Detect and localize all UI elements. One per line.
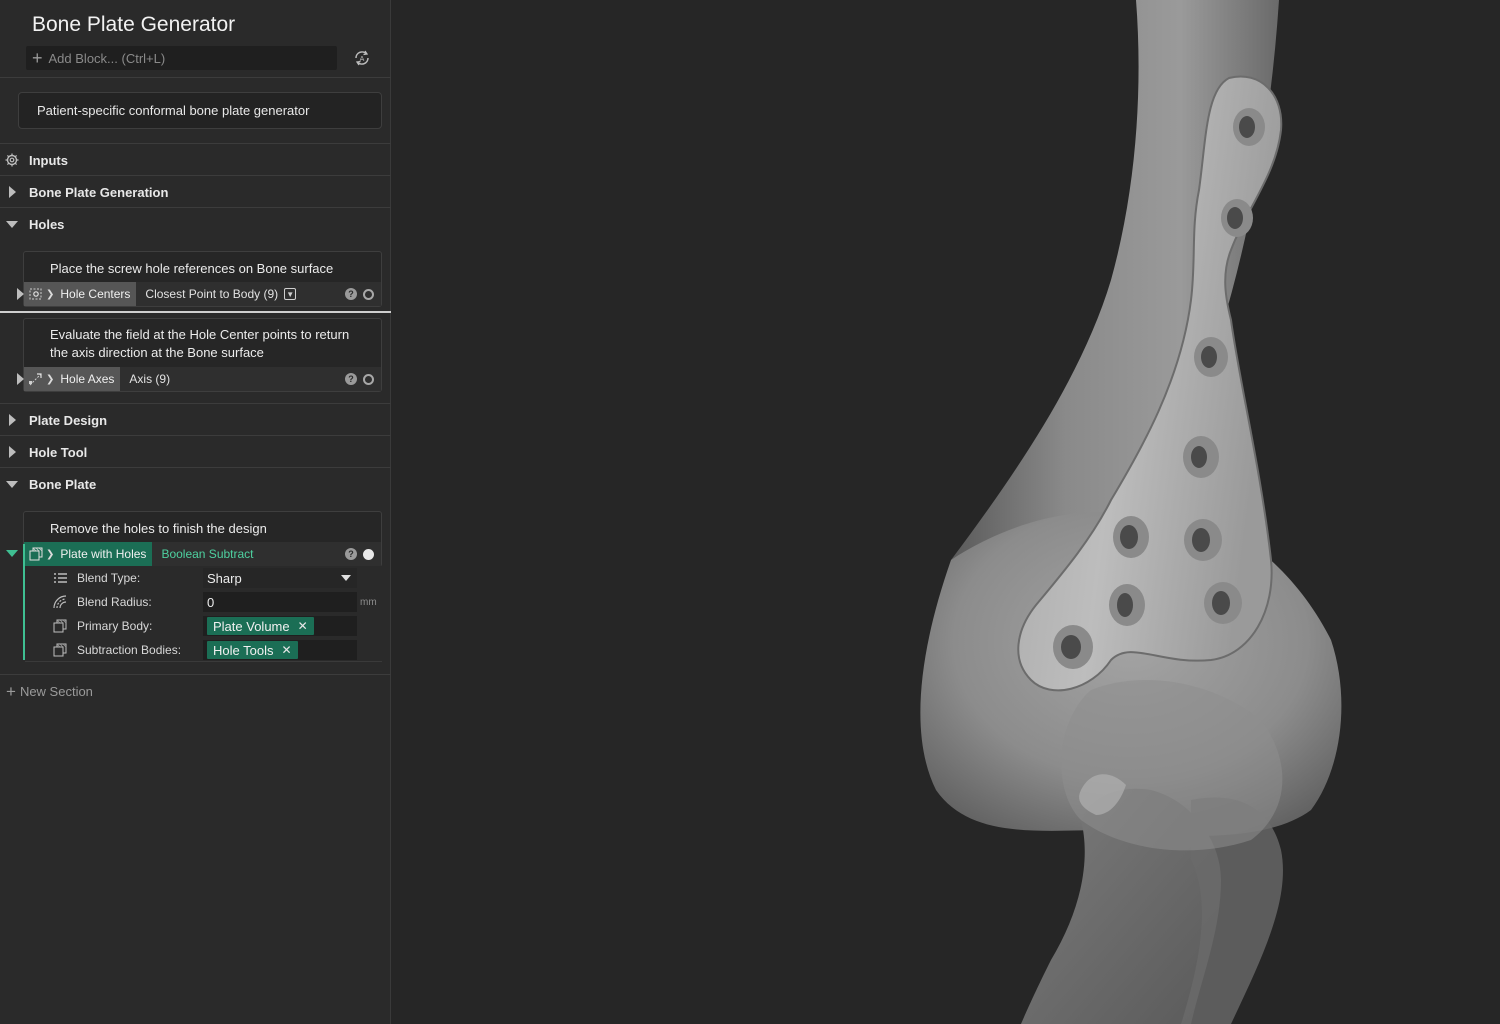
reference-tag[interactable]: Hole Tools ✕: [207, 641, 298, 659]
block-name-plate[interactable]: ❯ Plate with Holes: [24, 542, 153, 566]
unit-label: mm: [360, 596, 377, 608]
section-bone-plate-generation[interactable]: Bone Plate Generation: [0, 176, 391, 208]
section-holes[interactable]: Holes: [0, 208, 391, 240]
tag-label: Hole Tools: [213, 642, 274, 658]
section-label: Holes: [29, 216, 65, 232]
remove-icon[interactable]: ✕: [298, 619, 308, 633]
body-icon: [53, 619, 67, 633]
block-description-line: the axis direction at the Bone surface: [50, 345, 264, 360]
block-plate-with-holes[interactable]: Remove the holes to finish the design ❯ …: [23, 511, 382, 567]
blend-radius-input[interactable]: 0: [203, 592, 357, 612]
tag-label: Plate Volume: [213, 618, 290, 634]
param-blend-type: Blend Type: Sharp: [23, 566, 382, 590]
section-hole-tool[interactable]: Hole Tool: [0, 436, 391, 468]
visibility-toggle-icon[interactable]: [363, 548, 374, 560]
param-label: Subtraction Bodies:: [77, 643, 182, 657]
operation-dropdown-icon[interactable]: ▼: [284, 288, 297, 300]
section-plate-design[interactable]: Plate Design: [0, 404, 391, 436]
expand-arrow-icon[interactable]: [17, 288, 24, 300]
block-header-row[interactable]: ❯ Hole Centers Closest Point to Body (9)…: [24, 282, 381, 306]
block-header-row[interactable]: ❯ Hole Axes Axis (9) ?: [24, 367, 381, 391]
remove-icon[interactable]: ✕: [281, 643, 291, 657]
new-section-button[interactable]: + New Section: [6, 683, 93, 700]
block-hole-centers[interactable]: Place the screw hole references on Bone …: [23, 251, 382, 307]
insertion-marker: [0, 311, 391, 313]
app-window: Bone Plate Generator + Add Block... (Ctr…: [0, 0, 1500, 1024]
section-label: Bone Plate Generation: [29, 184, 169, 200]
chevron-down-icon[interactable]: ❯: [46, 289, 54, 300]
subtraction-bodies-field[interactable]: Hole Tools ✕: [203, 640, 357, 660]
help-icon[interactable]: ?: [345, 548, 357, 560]
section-inputs[interactable]: Inputs: [0, 144, 391, 176]
plus-icon: +: [32, 48, 43, 68]
param-subtraction-bodies: Subtraction Bodies: Hole Tools ✕: [23, 638, 382, 662]
reference-tag[interactable]: Plate Volume ✕: [207, 617, 314, 635]
point-on-body-icon: [29, 288, 42, 300]
block-name-plate[interactable]: ❯ Hole Centers: [24, 282, 137, 306]
block-name: Hole Centers: [60, 287, 131, 301]
caret-down-icon: [341, 575, 351, 581]
block-operation: Axis (9): [129, 372, 171, 386]
primary-body-field[interactable]: Plate Volume ✕: [203, 616, 357, 636]
block-operation: Boolean Subtract: [161, 547, 254, 561]
block-description: Evaluate the field at the Hole Center po…: [24, 319, 381, 370]
visibility-toggle-icon[interactable]: [363, 288, 374, 300]
add-block-placeholder: Add Block... (Ctrl+L): [48, 50, 166, 66]
section-label: Bone Plate: [29, 476, 97, 492]
list-icon: [54, 573, 67, 583]
plus-icon: +: [6, 682, 16, 701]
param-primary-body: Primary Body: Plate Volume ✕: [23, 614, 382, 638]
divider: [0, 77, 391, 78]
collapse-arrow-icon[interactable]: [6, 480, 18, 488]
new-section-label: New Section: [19, 684, 93, 699]
chevron-down-icon[interactable]: ❯: [46, 374, 54, 385]
expand-arrow-icon[interactable]: [9, 446, 16, 458]
input-value: 0: [207, 594, 215, 610]
block-hole-axes[interactable]: Evaluate the field at the Hole Center po…: [23, 318, 382, 392]
svg-text:A: A: [360, 56, 365, 63]
blend-type-select[interactable]: Sharp: [203, 568, 357, 588]
add-block-input[interactable]: + Add Block... (Ctrl+L): [26, 46, 337, 70]
collapse-arrow-icon[interactable]: [6, 550, 18, 557]
visibility-toggle-icon[interactable]: [363, 373, 374, 385]
expand-arrow-icon[interactable]: [9, 414, 16, 426]
block-name: Plate with Holes: [60, 547, 147, 561]
section-label: Inputs: [29, 152, 68, 168]
block-description-line: Evaluate the field at the Hole Center po…: [50, 327, 350, 342]
boolean-subtract-icon: [29, 547, 43, 561]
help-icon[interactable]: ?: [345, 288, 357, 300]
sidebar-panel: Bone Plate Generator + Add Block... (Ctr…: [0, 0, 391, 1024]
select-value: Sharp: [207, 570, 242, 586]
block-description: Place the screw hole references on Bone …: [50, 261, 334, 276]
param-label: Primary Body:: [77, 619, 153, 633]
collapse-arrow-icon[interactable]: [6, 220, 18, 228]
block-operation: Closest Point to Body (9): [145, 287, 279, 301]
chevron-down-icon[interactable]: ❯: [46, 549, 54, 560]
block-header-row[interactable]: ❯ Plate with Holes Boolean Subtract ?: [24, 542, 381, 566]
body-icon: [53, 643, 67, 657]
param-label: Blend Radius:: [77, 595, 152, 609]
section-label: Plate Design: [29, 412, 108, 428]
3d-viewport[interactable]: [391, 0, 1500, 1024]
bone-plate-render[interactable]: [391, 0, 1500, 1024]
block-name: Hole Axes: [60, 372, 115, 386]
divider: [0, 674, 391, 675]
expand-arrow-icon[interactable]: [9, 186, 16, 198]
axis-icon: [29, 373, 42, 386]
document-title: Bone Plate Generator: [32, 13, 236, 36]
gear-icon: [5, 153, 19, 167]
document-description[interactable]: Patient-specific conformal bone plate ge…: [18, 92, 382, 129]
param-blend-radius: Blend Radius: 0 mm: [23, 590, 382, 614]
param-label: Blend Type:: [77, 571, 141, 585]
radius-icon: [53, 595, 67, 609]
section-bone-plate[interactable]: Bone Plate: [0, 468, 391, 500]
auto-update-icon[interactable]: A: [352, 48, 372, 68]
section-label: Hole Tool: [29, 444, 88, 460]
expand-arrow-icon[interactable]: [17, 373, 24, 385]
block-description: Remove the holes to finish the design: [50, 521, 267, 536]
help-icon[interactable]: ?: [345, 373, 357, 385]
block-name-plate[interactable]: ❯ Hole Axes: [24, 367, 121, 391]
